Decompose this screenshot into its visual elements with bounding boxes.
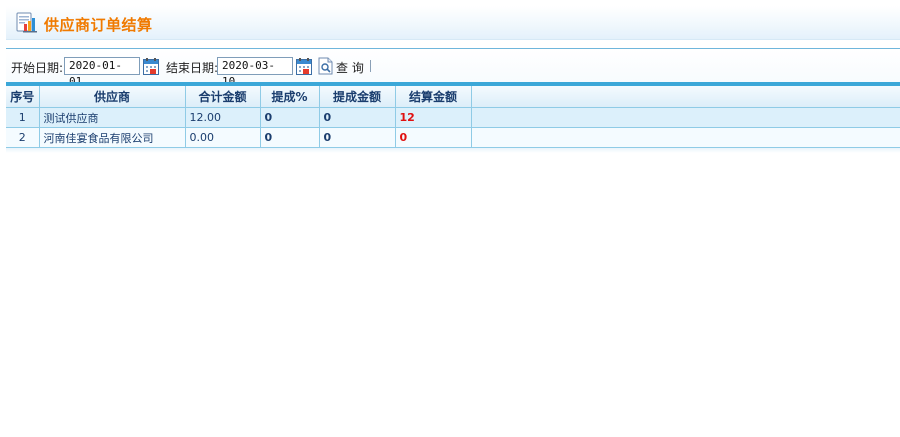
page: 供应商订单结算 开始日期: 2020-01-01 结束日期: 2020-03-1… xyxy=(0,0,900,437)
cell-index: 1 xyxy=(6,107,40,128)
page-header: 供应商订单结算 xyxy=(6,6,900,40)
cell-settlement: 12 xyxy=(395,107,472,128)
column-header-index[interactable]: 序号 xyxy=(6,86,40,108)
cell-commission-pct: 0 xyxy=(260,127,320,148)
cell-filler xyxy=(471,127,900,148)
column-header-commission-amount[interactable]: 提成金额 xyxy=(319,86,396,108)
table-row[interactable]: 1 测试供应商 12.00 0 0 12 xyxy=(6,107,900,128)
report-icon xyxy=(15,12,39,34)
cell-index: 2 xyxy=(6,127,40,148)
cell-total: 0.00 xyxy=(185,127,261,148)
table-bottom-shade xyxy=(6,148,900,153)
column-header-supplier[interactable]: 供应商 xyxy=(39,86,186,108)
cell-commission-amount: 0 xyxy=(319,127,396,148)
cell-filler xyxy=(471,107,900,128)
start-date-input[interactable]: 2020-01-01 xyxy=(64,57,140,88)
cell-commission-amount: 0 xyxy=(319,107,396,128)
query-icon xyxy=(318,57,334,75)
calendar-icon[interactable] xyxy=(143,58,159,75)
page-title: 供应商订单结算 xyxy=(44,16,153,34)
toolbar-divider xyxy=(370,60,371,72)
column-header-settlement[interactable]: 结算金额 xyxy=(395,86,472,108)
column-header-total[interactable]: 合计金额 xyxy=(185,86,261,108)
query-button-label: 查 询 xyxy=(336,61,364,75)
cell-total: 12.00 xyxy=(185,107,261,128)
table-row[interactable]: 2 河南佳宴食品有限公司 0.00 0 0 0 xyxy=(6,127,900,148)
column-header-filler xyxy=(471,86,900,108)
cell-supplier: 测试供应商 xyxy=(39,107,186,128)
end-date-input[interactable]: 2020-03-10 xyxy=(217,57,293,88)
start-date-label: 开始日期: xyxy=(11,61,64,75)
settlement-table: 序号 供应商 合计金额 提成% 提成金额 结算金额 1 测试供应商 12.00 … xyxy=(6,82,900,153)
cell-settlement: 0 xyxy=(395,127,472,148)
calendar-icon[interactable] xyxy=(296,58,312,75)
cell-commission-pct: 0 xyxy=(260,107,320,128)
cell-supplier: 河南佳宴食品有限公司 xyxy=(39,127,186,148)
filter-toolbar: 开始日期: 2020-01-01 结束日期: 2020-03-10 xyxy=(6,48,900,88)
table-header-row: 序号 供应商 合计金额 提成% 提成金额 结算金额 xyxy=(6,86,900,108)
column-header-commission-pct[interactable]: 提成% xyxy=(260,86,320,108)
end-date-label: 结束日期: xyxy=(166,61,219,75)
